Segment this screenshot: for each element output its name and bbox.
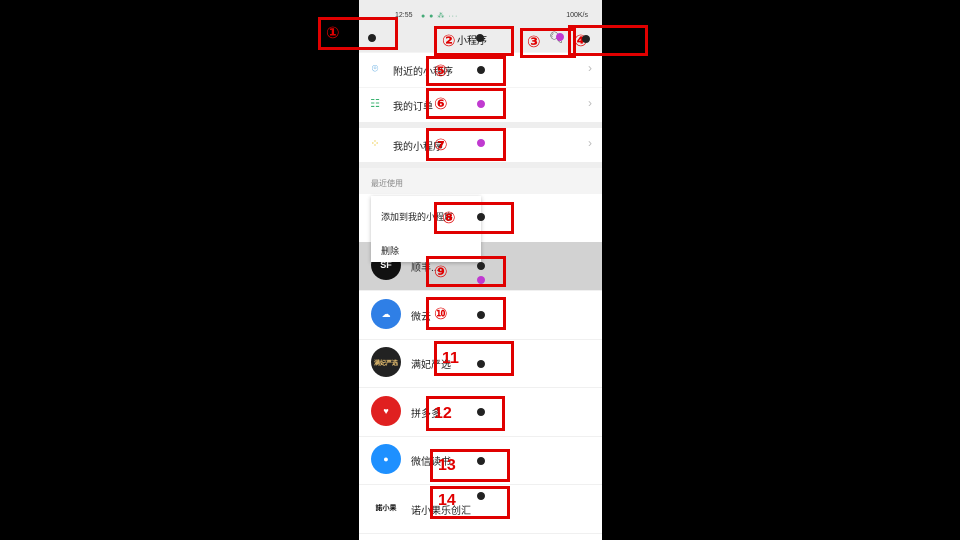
avatar: 諾小果: [371, 493, 401, 523]
chevron-right-icon: ›: [588, 136, 592, 150]
marker-dot: [477, 457, 485, 465]
location-pin-icon: ⌾: [371, 63, 379, 75]
recent-section-label: 最近使用: [371, 179, 403, 188]
status-speed: 100K/s: [566, 12, 588, 19]
marker-dot: [582, 35, 590, 43]
marker-dot: [477, 276, 485, 284]
annotation-label-3: ③: [527, 34, 541, 51]
marker-dot: [556, 33, 564, 41]
annotation-label-7: ⑦: [434, 137, 448, 154]
section-divider: [359, 162, 602, 168]
annotation-label-10: ⑩: [434, 306, 448, 323]
context-menu-delete[interactable]: 删除: [381, 244, 399, 257]
marker-dot: [477, 262, 485, 270]
marker-dot: [477, 139, 485, 147]
chat-bubble-icon: ●: [371, 444, 401, 474]
grid-apps-icon: ⁘: [370, 138, 380, 150]
annotation-label-12: 12: [434, 405, 452, 422]
chevron-right-icon: ›: [588, 61, 592, 75]
annotation-label-2: ②: [442, 33, 456, 50]
marker-dot: [368, 34, 376, 42]
annotation-label-9: ⑨: [434, 264, 448, 281]
annotation-label-8: ⑧: [442, 210, 456, 227]
annotation-label-1: ①: [326, 25, 340, 42]
marker-dot: [477, 492, 485, 500]
cloud-icon: ☁: [371, 299, 401, 329]
avatar: 满妃严选: [371, 347, 401, 377]
marker-dot: [477, 408, 485, 416]
marker-dot: [477, 311, 485, 319]
annotation-label-13: 13: [438, 457, 456, 474]
marker-dot: [477, 100, 485, 108]
marker-dot: [477, 213, 485, 221]
annotation-label-11: 11: [442, 350, 459, 367]
order-list-icon: ☷: [370, 98, 380, 110]
marker-dot: [476, 34, 484, 42]
marker-dot: [477, 360, 485, 368]
chevron-right-icon: ›: [588, 96, 592, 110]
marker-dot: [477, 66, 485, 74]
status-icons: ● ● ⁂ ···: [421, 13, 459, 20]
annotation-label-5: ⑤: [434, 63, 448, 80]
annotation-label-14: 14: [438, 492, 456, 509]
annotation-label-6: ⑥: [434, 96, 448, 113]
heart-icon: ♥: [371, 396, 401, 426]
